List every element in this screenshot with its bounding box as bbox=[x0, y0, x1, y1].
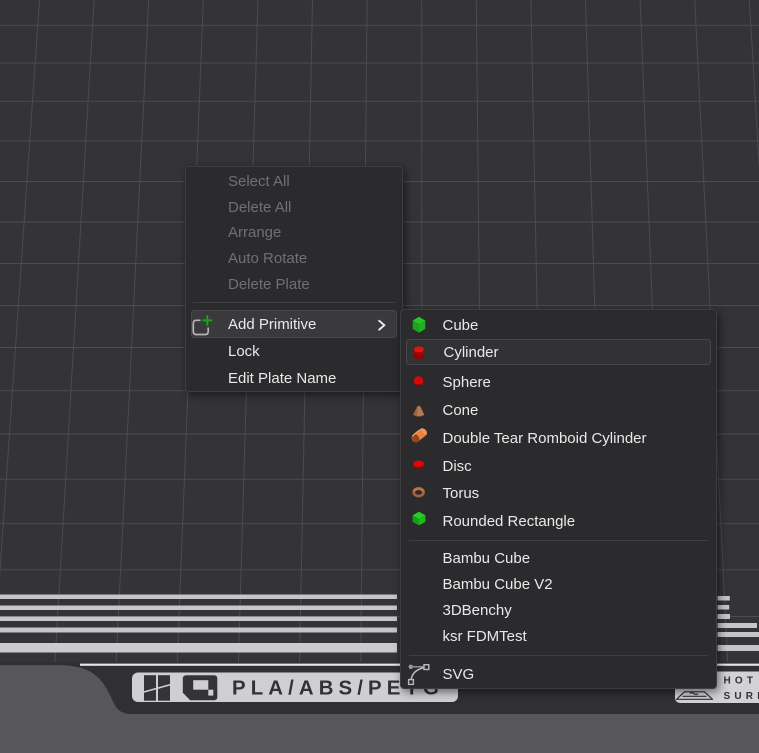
svg-text:HOT: HOT bbox=[724, 676, 758, 687]
svg-text:SURFACE: SURFACE bbox=[724, 691, 759, 702]
